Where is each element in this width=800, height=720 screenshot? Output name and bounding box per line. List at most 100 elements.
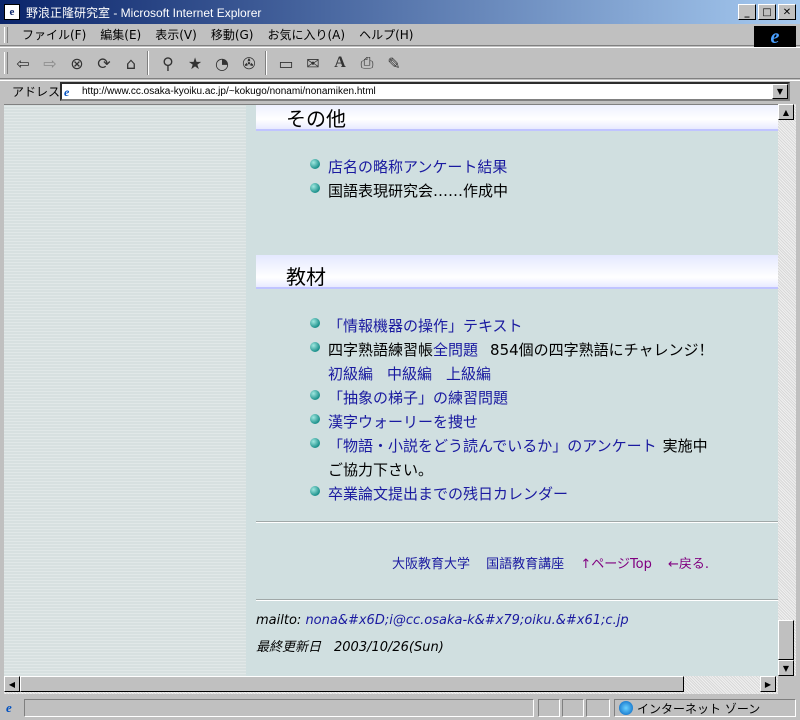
window-title: 野浪正隆研究室 - Microsoft Internet Explorer xyxy=(26,5,262,20)
bullet-icon xyxy=(310,414,320,424)
bullet-icon xyxy=(310,183,320,193)
bullet-icon xyxy=(310,486,320,496)
yojijukugo-label: 四字熟語練習帳 xyxy=(328,341,434,359)
page-viewport[interactable]: その他 店名の略称アンケート結果 国語表現研究会……作成中 教材 「情報機器の操… xyxy=(4,104,778,676)
link-store-abbrev-survey[interactable]: 店名の略称アンケート結果 xyxy=(328,156,507,177)
bullet-icon xyxy=(310,438,320,448)
status-panel xyxy=(538,699,560,717)
horizontal-rule xyxy=(256,599,778,601)
print-icon[interactable]: ⎙ xyxy=(355,51,379,75)
section-title-other: その他 xyxy=(286,107,346,131)
status-text-panel xyxy=(24,699,534,717)
scroll-up-button[interactable]: ▲ xyxy=(778,104,794,120)
mailto-line: mailto: nona&#x6D;i@cc.osaka-k&#x79;oiku… xyxy=(256,613,629,628)
page-content: その他 店名の略称アンケート結果 国語表現研究会……作成中 教材 「情報機器の操… xyxy=(246,105,778,676)
bullet-icon xyxy=(310,390,320,400)
story-survey-request: ご協力下さい。 xyxy=(328,461,434,479)
address-label: アドレス xyxy=(12,85,61,99)
link-all-questions[interactable]: 全問題 xyxy=(433,341,478,359)
minimize-button[interactable]: _ xyxy=(738,4,756,20)
mail-icon[interactable]: ✉ xyxy=(301,51,325,75)
link-story-survey[interactable]: 「物語・小説をどう読んでいるか」のアンケート xyxy=(328,437,657,455)
status-bar: e インターネット ゾーン xyxy=(0,697,800,719)
scroll-left-button[interactable]: ◀ xyxy=(4,676,20,692)
stop-icon[interactable]: ⊗ xyxy=(65,51,89,75)
yojijukugo-item: 四字熟語練習帳全問題 854個の四字熟語にチャレンジ！ xyxy=(328,339,714,360)
mailto-label: mailto: xyxy=(256,613,302,628)
section-title-material: 教材 xyxy=(286,265,326,289)
link-abstraction-ladder[interactable]: 「抽象の梯子」の練習問題 xyxy=(328,387,508,408)
yojijukugo-levels: 初級編 中級編 上級編 xyxy=(328,363,491,384)
refresh-icon[interactable]: ⟳ xyxy=(92,51,116,75)
story-survey-item: 「物語・小説をどう読んでいるか」のアンケート 実施中 xyxy=(328,435,708,456)
status-panel xyxy=(562,699,584,717)
home-icon[interactable]: ⌂ xyxy=(119,51,143,75)
address-url[interactable]: http://www.cc.osaka-kyoiku.ac.jp/~kokugo… xyxy=(82,86,376,97)
menu-go[interactable]: 移動(G) xyxy=(211,26,254,43)
vertical-scrollbar[interactable]: ▲ ▼ xyxy=(778,104,796,676)
vertical-scroll-thumb[interactable] xyxy=(778,620,794,660)
text-expression-study: 国語表現研究会……作成中 xyxy=(328,182,509,200)
menu-grip[interactable] xyxy=(4,26,8,43)
address-bar: アドレス e http://www.cc.osaka-kyoiku.ac.jp/… xyxy=(0,80,800,102)
link-osaka-kyoiku[interactable]: 大阪教育大学 xyxy=(392,557,470,572)
page-icon: e xyxy=(64,84,70,99)
menu-edit[interactable]: 編集(E) xyxy=(100,26,141,43)
yojijukugo-desc: 854個の四字熟語にチャレンジ！ xyxy=(490,341,714,359)
horizontal-rule xyxy=(256,521,778,523)
menu-help[interactable]: ヘルプ(H) xyxy=(359,26,413,43)
link-advanced[interactable]: 上級編 xyxy=(446,365,491,383)
close-button[interactable]: ✕ xyxy=(778,4,796,20)
fullscreen-icon[interactable]: ▭ xyxy=(274,51,298,75)
address-dropdown-button[interactable]: ▼ xyxy=(772,84,788,99)
mailto-link[interactable]: nona&#x6D;i@cc.osaka-k&#x79;oiku.&#x61;c… xyxy=(305,613,628,628)
history-icon[interactable]: ◔ xyxy=(210,51,234,75)
security-zone-panel: インターネット ゾーン xyxy=(614,699,796,717)
horizontal-scrollbar[interactable]: ◀ ▶ xyxy=(4,676,778,694)
favorites-icon[interactable]: ★ xyxy=(183,51,207,75)
bullet-icon xyxy=(310,159,320,169)
toolbar-separator xyxy=(147,51,149,75)
left-decorative-column xyxy=(4,105,246,676)
menu-file[interactable]: ファイル(F) xyxy=(22,26,86,43)
scroll-right-button[interactable]: ▶ xyxy=(760,676,776,692)
edit-icon[interactable]: ✎ xyxy=(382,51,406,75)
last-updated: 最終更新日 2003/10/26(Sun) xyxy=(256,640,444,655)
link-page-top[interactable]: ↑ページTop xyxy=(580,557,652,572)
toolbar-separator xyxy=(265,51,267,75)
back-icon[interactable]: ⇦ xyxy=(11,51,35,75)
security-zone-label: インターネット ゾーン xyxy=(637,701,761,716)
footer-links: 大阪教育大学 国語教育講座 ↑ページTop ←戻る. xyxy=(392,553,721,572)
link-kanji-wally[interactable]: 漢字ウォーリーを捜せ xyxy=(328,411,478,432)
story-survey-status: 実施中 xyxy=(662,437,708,455)
section-heading-other: その他 xyxy=(256,105,778,131)
font-icon[interactable]: A xyxy=(328,51,352,75)
ie-app-icon: e xyxy=(4,4,20,20)
bullet-icon xyxy=(310,318,320,328)
status-page-icon: e xyxy=(6,700,12,715)
maximize-button[interactable]: □ xyxy=(758,4,776,20)
ie-logo-icon: e xyxy=(754,26,796,48)
window-controls: _ □ ✕ xyxy=(736,4,796,20)
bullet-icon xyxy=(310,342,320,352)
link-back[interactable]: ←戻る. xyxy=(668,557,709,572)
search-icon[interactable]: ⚲ xyxy=(156,51,180,75)
channels-icon[interactable]: ✇ xyxy=(237,51,261,75)
menu-view[interactable]: 表示(V) xyxy=(155,26,197,43)
link-intermediate[interactable]: 中級編 xyxy=(387,365,432,383)
address-input[interactable]: e http://www.cc.osaka-kyoiku.ac.jp/~koku… xyxy=(60,82,790,101)
link-thesis-calendar[interactable]: 卒業論文提出までの残日カレンダー xyxy=(328,483,568,504)
link-beginner[interactable]: 初級編 xyxy=(328,365,373,383)
link-info-device-text[interactable]: 「情報機器の操作」テキスト xyxy=(328,315,523,336)
status-panel xyxy=(586,699,610,717)
scroll-down-button[interactable]: ▼ xyxy=(778,660,794,676)
section-heading-material: 教材 xyxy=(256,255,778,289)
forward-icon[interactable]: ⇨ xyxy=(38,51,62,75)
title-bar[interactable]: e 野浪正隆研究室 - Microsoft Internet Explorer … xyxy=(0,0,800,24)
horizontal-scroll-thumb[interactable] xyxy=(20,676,684,692)
link-kokugo-dept[interactable]: 国語教育講座 xyxy=(486,557,564,572)
toolbar: ⇦ ⇨ ⊗ ⟳ ⌂ ⚲ ★ ◔ ✇ ▭ ✉ A ⎙ ✎ xyxy=(0,47,800,79)
toolbar-grip[interactable] xyxy=(4,52,8,74)
menu-favorites[interactable]: お気に入り(A) xyxy=(267,26,345,43)
menu-bar: ファイル(F) 編集(E) 表示(V) 移動(G) お気に入り(A) ヘルプ(H… xyxy=(0,24,800,48)
